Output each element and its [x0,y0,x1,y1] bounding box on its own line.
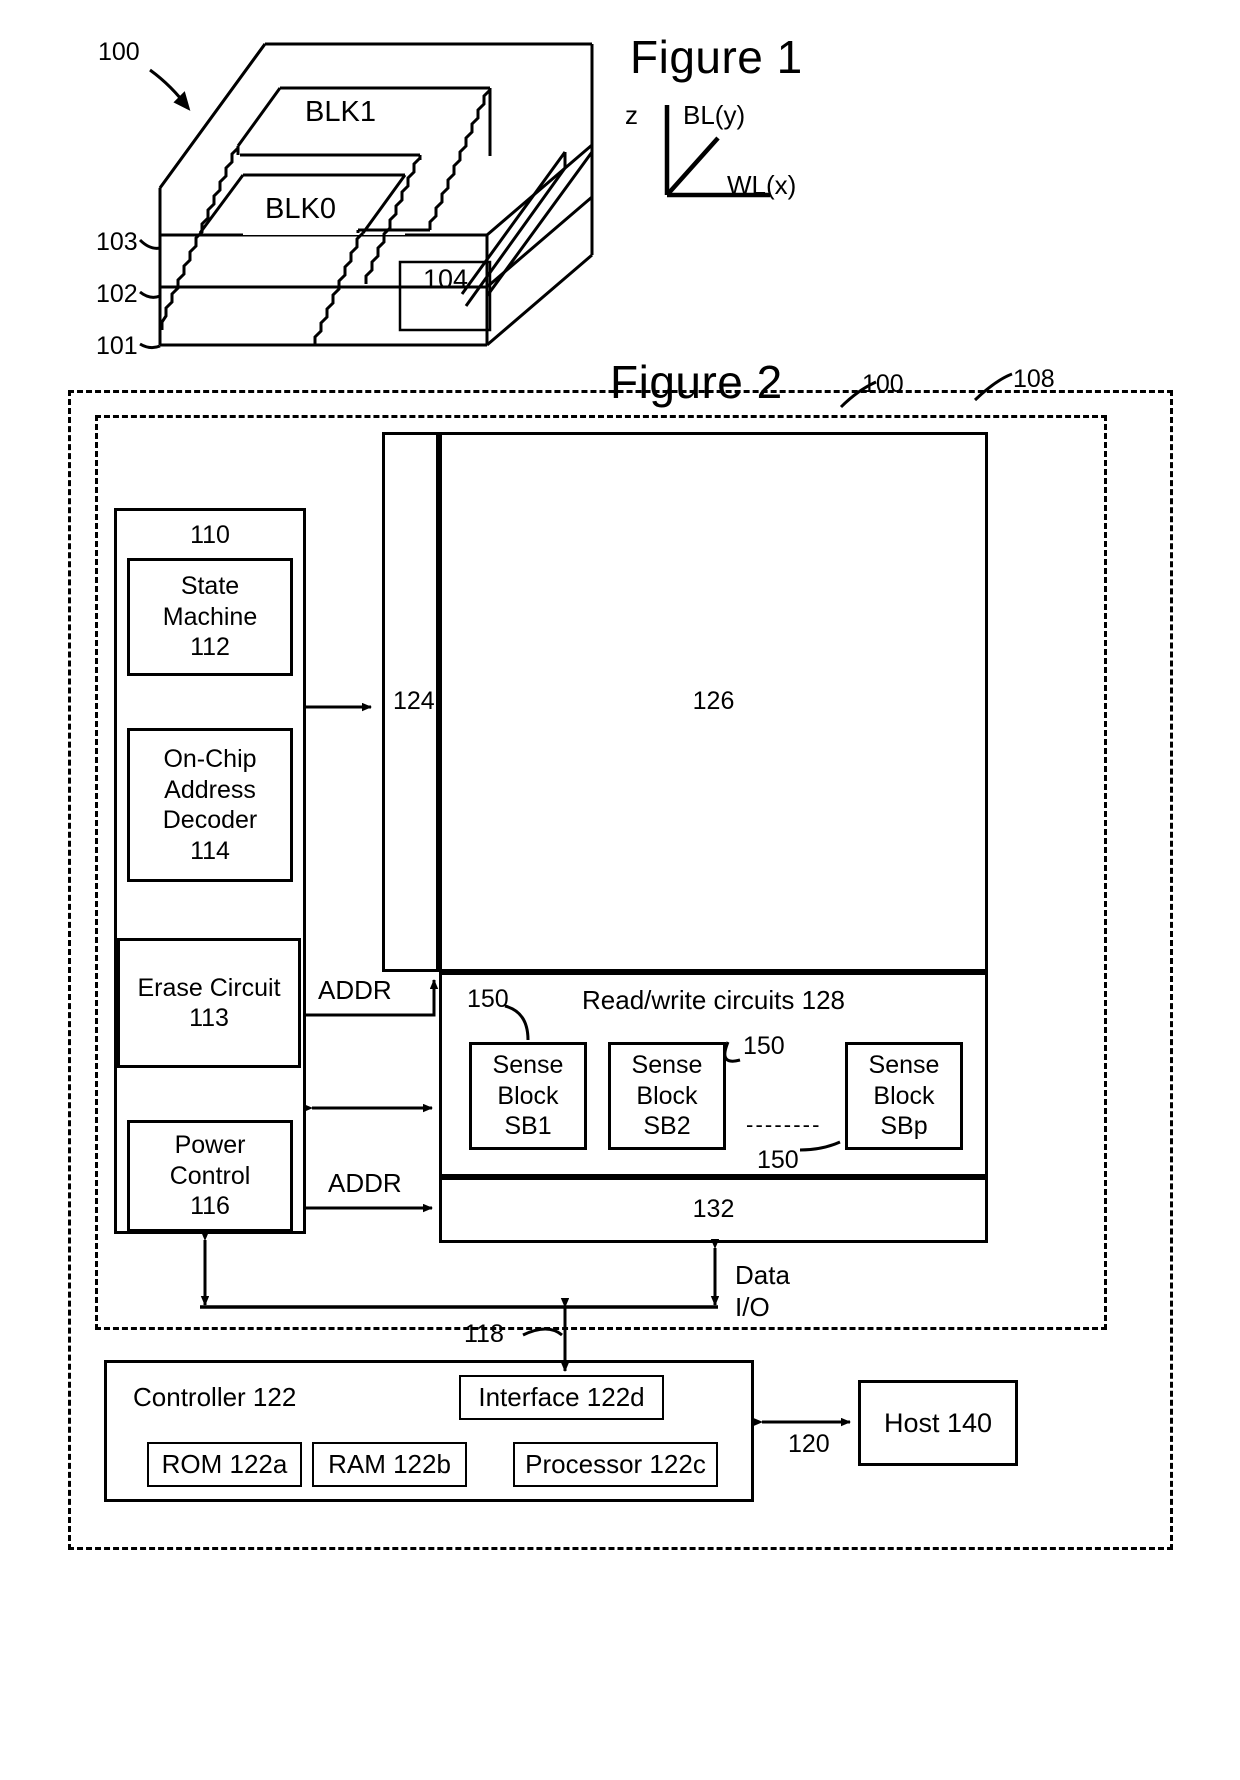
sense-block-ref-3: 150 [757,1146,799,1174]
power-control-block: Power Control 116 [127,1120,293,1232]
erase-circuit-block: Erase Circuit 113 [117,938,301,1068]
fig1-device-ref: 100 [98,38,140,66]
interface-label: Interface 122d [478,1381,645,1412]
processor-block: Processor 122c [513,1442,718,1487]
layer-ref-103: 103 [96,228,138,256]
figure-2: Figure 2 100 108 110 State Machine 112 O… [0,356,1240,1780]
sense-blocks-ellipsis: - - - - - - - - [746,1112,819,1137]
controller-title: Controller 122 [133,1382,297,1412]
column-decoder-ref: 132 [692,1194,735,1223]
sense-block-ref-1: 150 [467,985,509,1013]
erase-circuit-label: Erase Circuit 113 [137,973,281,1033]
sense-block-sbp: Sense Block SBp [845,1042,963,1150]
host-link-ref-120: 120 [788,1430,830,1458]
read-write-circuits-title: Read/write circuits 128 [582,985,845,1015]
state-machine-block: State Machine 112 [127,558,293,676]
sense-block-ref-2: 150 [743,1032,785,1060]
fig2-die-ref: 108 [1013,365,1055,393]
rom-label: ROM 122a [161,1448,288,1479]
addr-label-upper: ADDR [318,975,392,1005]
on-chip-address-decoder-block: On-Chip Address Decoder 114 [127,728,293,882]
state-machine-label: State Machine 112 [162,572,258,662]
sense-block-sbp-label: Sense Block SBp [868,1051,940,1141]
data-io-label: Data I/O [735,1260,790,1322]
power-control-label: Power Control 116 [169,1131,251,1221]
ram-block: RAM 122b [312,1442,467,1487]
axis-z-label: z [625,100,638,130]
figure-1: 100 Figure 1 BLK1 BLK0 104 103 102 101 z… [0,0,900,390]
axis-bitline-label: BL(y) [683,100,746,130]
host-label: Host 140 [883,1407,993,1438]
row-decoder-ref: 124 [393,687,435,715]
processor-label: Processor 122c [525,1448,706,1479]
memory-array-ref: 126 [692,686,735,715]
sense-block-sb1-label: Sense Block SB1 [492,1051,564,1141]
sense-block-sb1: Sense Block SB1 [469,1042,587,1150]
figure-1-title: Figure 1 [630,31,803,83]
sense-block-sb2-label: Sense Block SB2 [631,1051,703,1141]
host-block: Host 140 [858,1380,1018,1466]
blk0-label: BLK0 [265,193,336,225]
sense-block-sb2: Sense Block SB2 [608,1042,726,1150]
bus-ref-118: 118 [464,1320,504,1348]
control-circuitry-ref: 110 [190,520,230,549]
interface-block: Interface 122d [459,1375,664,1420]
on-chip-address-decoder-label: On-Chip Address Decoder 114 [162,745,258,865]
addr-label-lower: ADDR [328,1168,402,1198]
blk1-label: BLK1 [305,96,376,128]
layer-ref-102: 102 [96,280,138,308]
axis-wordline-label: WL(x) [727,170,797,200]
substrate-ref: 104 [423,264,469,294]
ram-label: RAM 122b [328,1448,451,1479]
rom-block: ROM 122a [147,1442,302,1487]
layer-ref-101: 101 [96,332,138,360]
fig2-memory-device-ref: 100 [862,370,904,398]
